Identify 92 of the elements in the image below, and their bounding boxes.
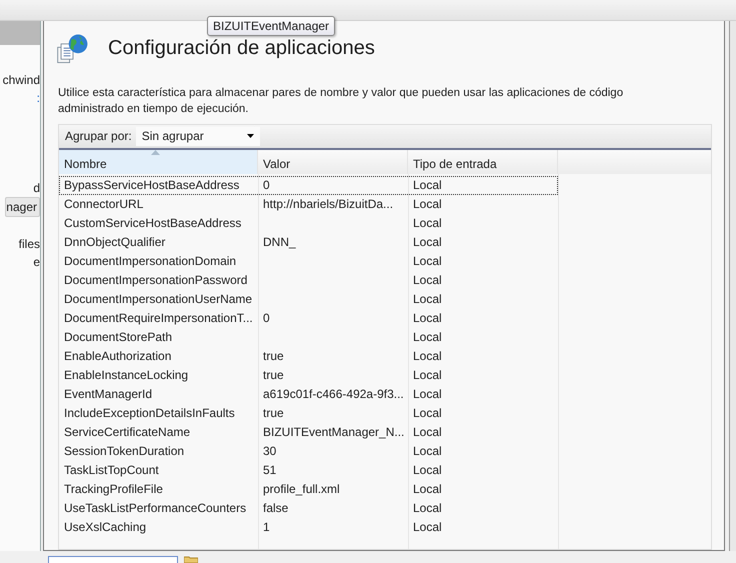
input-field[interactable] <box>48 556 178 563</box>
table-cell-text: Local <box>412 310 443 327</box>
table-row[interactable]: BypassServiceHostBaseAddress 0 Local <box>59 176 558 195</box>
table-cell-text: Local <box>412 348 443 365</box>
table-row[interactable]: DocumentImpersonationUserName Local <box>59 290 558 309</box>
sidebar-item[interactable]: nager <box>5 197 40 217</box>
table-cell-text: Local <box>412 214 443 232</box>
table-cell-text: ServiceCertificateName <box>63 424 192 441</box>
table-row[interactable]: EnableAuthorization true Local <box>59 346 558 366</box>
table-row[interactable]: DocumentRequireImpersonationT... 0 Local <box>59 308 558 328</box>
table-row[interactable]: CustomServiceHostBaseAddress Local <box>59 214 558 233</box>
table-cell-text: Local <box>412 500 443 517</box>
table-cell: a619c01f-c466-492a-9f3... <box>263 386 404 401</box>
table-cell-text: DocumentStorePath <box>63 328 174 346</box>
sidebar-item[interactable]: chwind <box>2 71 40 89</box>
table-row[interactable]: DocumentImpersonationPassword Local <box>59 270 558 290</box>
group-by-dropdown[interactable]: Sin agrupar <box>136 126 260 146</box>
table-row[interactable]: UseXslCaching 1 Local <box>59 518 558 537</box>
sidebar-header <box>0 21 40 45</box>
table-cell-text: DocumentRequireImpersonationT... <box>63 310 254 327</box>
table-cell-text: TrackingProfileFile <box>63 480 164 498</box>
group-by-label: Agrupar por: <box>65 129 132 144</box>
folder-icon <box>184 555 198 563</box>
table-cell-text: DocumentImpersonationDomain <box>63 252 238 270</box>
table-cell: 1 <box>263 520 270 534</box>
sidebar-item[interactable]: files <box>18 235 40 253</box>
table-row[interactable]: DocumentImpersonationDomain Local <box>59 252 558 271</box>
table-cell-text: EventManagerId <box>63 386 154 403</box>
table-cell: true <box>263 368 284 382</box>
table-cell-text: DocumentImpersonationUserName <box>63 290 254 308</box>
table-cell-text: BypassServiceHostBaseAddress <box>63 176 240 194</box>
tooltip: BIZUITEventManager <box>207 16 336 36</box>
sidebar-item[interactable]: d <box>33 179 40 197</box>
table-cell-text: Local <box>412 252 443 270</box>
table-cell-text: UseTaskListPerformanceCounters <box>63 500 248 517</box>
table-cell: BIZUITEventManager_N... <box>263 424 404 439</box>
table-cell-text: DocumentImpersonationPassword <box>63 272 248 289</box>
column-header[interactable]: Tipo de entrada <box>408 150 558 174</box>
table-cell: true <box>263 348 284 363</box>
table-row[interactable]: TrackingProfileFile profile_full.xml Local <box>59 480 558 499</box>
table-row[interactable]: EnableInstanceLocking true Local <box>59 366 558 385</box>
globe-document-icon <box>56 32 90 66</box>
sort-arrow-icon <box>151 150 160 155</box>
table-cell-text: EnableAuthorization <box>63 348 172 365</box>
table-cell-text: Local <box>412 290 443 308</box>
table-cell-text: IncludeExceptionDetailsInFaults <box>63 404 236 422</box>
scrollbar[interactable] <box>729 21 736 551</box>
table-cell-text: Local <box>412 272 443 289</box>
table-cell-text: Local <box>412 234 443 251</box>
table-cell: true <box>263 406 284 420</box>
sidebar-item[interactable]: : <box>36 89 40 107</box>
table-row[interactable]: EventManagerId a619c01f-c466-492a-9f3... Local <box>59 384 558 404</box>
table-cell: 0 <box>263 310 270 325</box>
table-cell-text: Local <box>412 386 443 403</box>
table-cell-text: SessionTokenDuration <box>63 442 186 460</box>
table-row[interactable]: SessionTokenDuration 30 Local <box>59 442 558 461</box>
table-cell-text: Local <box>412 480 443 498</box>
sidebar-item[interactable]: e <box>33 253 40 271</box>
table-cell-text: ConnectorURL <box>63 196 144 213</box>
table-cell: 51 <box>263 462 276 477</box>
column-header[interactable]: Nombre <box>59 150 258 174</box>
table-cell-text: Local <box>412 442 443 460</box>
table-row[interactable]: ServiceCertificateName BIZUITEventManager_N... Local <box>59 422 558 442</box>
table-cell-text: TaskListTopCount <box>63 462 160 479</box>
table-row[interactable]: DnnObjectQualifier DNN_ Local <box>59 232 558 252</box>
table-cell: profile_full.xml <box>263 482 340 496</box>
column-header[interactable]: Valor <box>258 150 408 174</box>
table-cell-text: Local <box>412 176 443 194</box>
table-cell-text: CustomServiceHostBaseAddress <box>63 214 242 232</box>
table-row[interactable]: DocumentStorePath Local <box>59 328 558 347</box>
table-cell-text: Local <box>412 462 443 479</box>
table-cell-text: Local <box>412 404 443 422</box>
table-cell: 30 <box>263 444 276 458</box>
table-row[interactable]: IncludeExceptionDetailsInFaults true Local <box>59 404 558 423</box>
caret-icon <box>246 134 254 138</box>
table-cell: DNN_ <box>263 234 296 249</box>
table-row[interactable]: UseTaskListPerformanceCounters false Local <box>59 498 558 518</box>
table-cell-text: UseXslCaching <box>63 518 148 536</box>
table-cell-text: Local <box>412 424 443 441</box>
table-row[interactable]: TaskListTopCount 51 Local <box>59 460 558 480</box>
description-text: Utilice esta característica para almacenar pares de nombre y valor que pueden usar las aplicaciones de código administrado en tiempo de ejecución. <box>58 86 624 117</box>
table-cell: false <box>263 500 288 515</box>
table-cell: 0 <box>263 178 270 192</box>
table-cell-text: EnableInstanceLocking <box>63 366 190 384</box>
table-row[interactable]: ConnectorURL http://nbariels/BizuitDa... Local <box>59 194 558 214</box>
table-cell-text: Local <box>412 196 443 213</box>
table-cell: http://nbariels/BizuitDa... <box>263 196 394 211</box>
table-cell-text: DnnObjectQualifier <box>63 234 166 251</box>
table-cell-text: Local <box>412 366 443 384</box>
table-cell-text: Local <box>412 518 443 536</box>
page-title: Configuración de aplicaciones <box>108 37 375 60</box>
table-cell-text: Local <box>412 328 443 346</box>
